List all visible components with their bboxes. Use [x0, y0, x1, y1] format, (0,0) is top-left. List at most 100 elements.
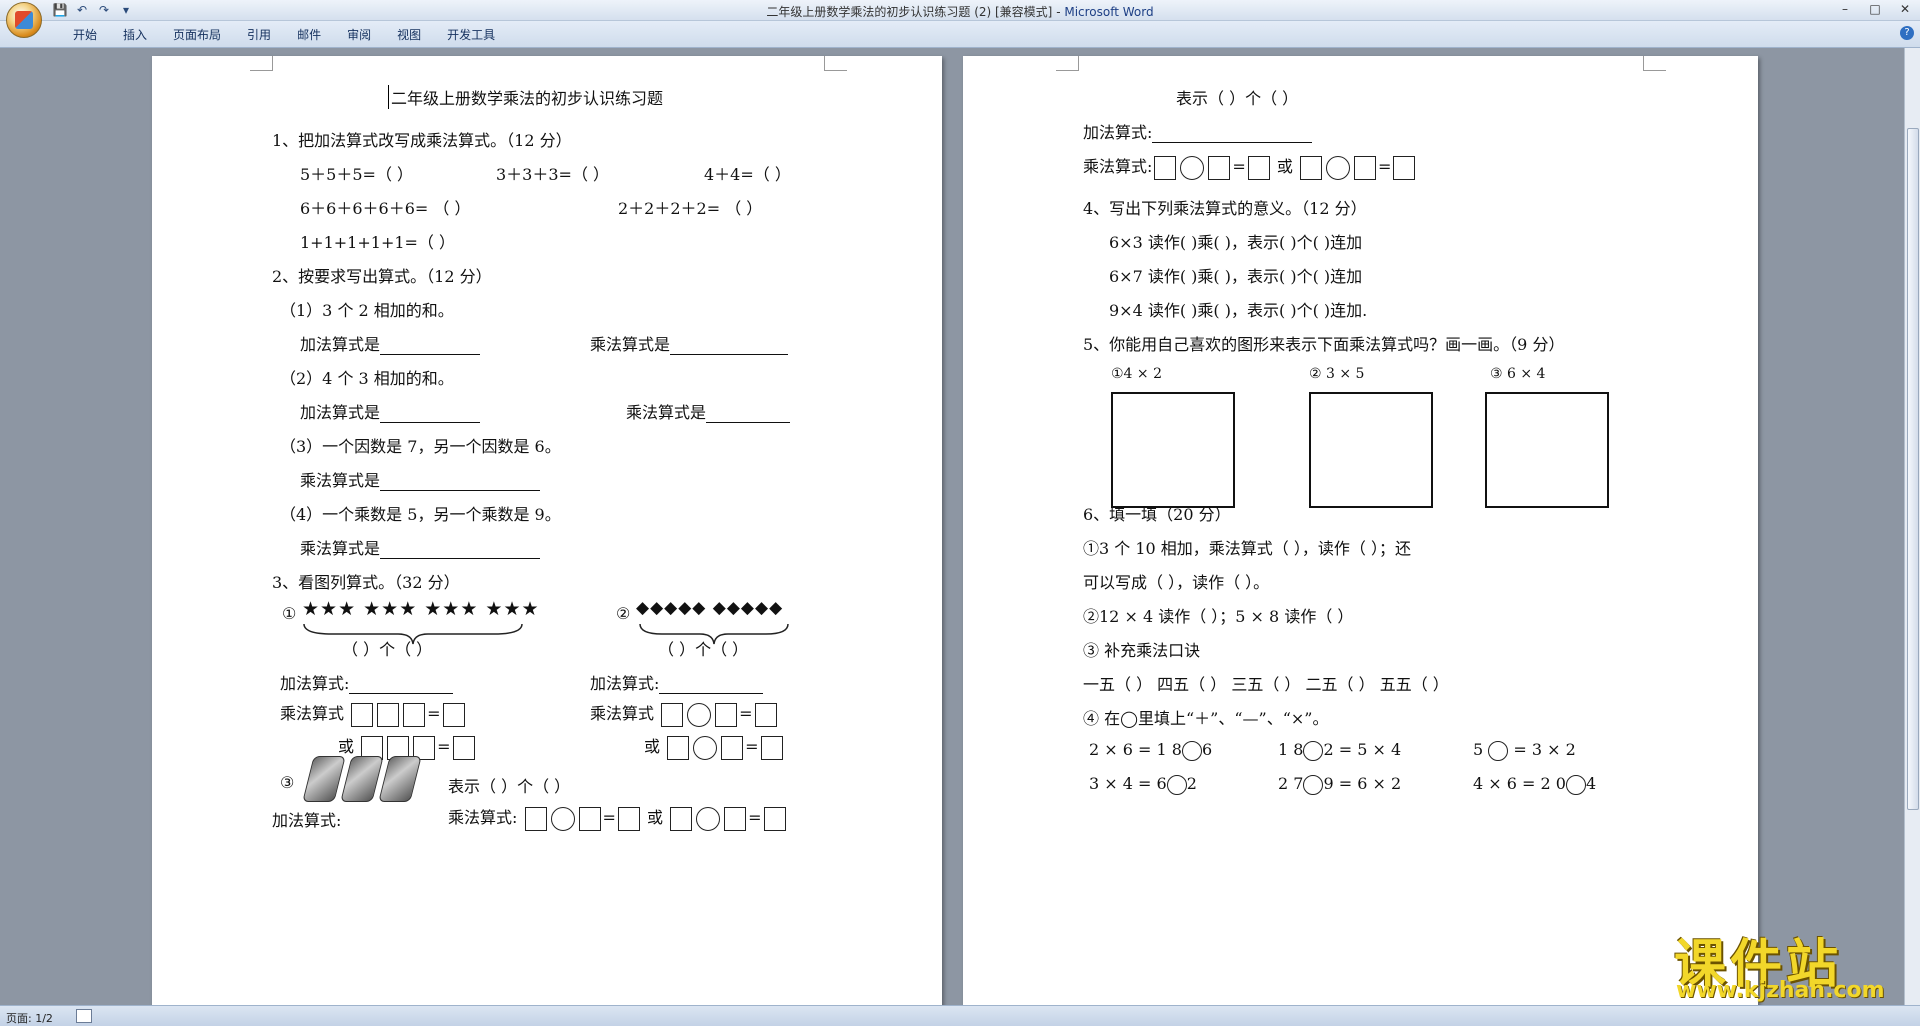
answer-box[interactable] — [351, 702, 374, 727]
q2-answer-line: 乘法算式是 — [300, 467, 541, 491]
office-button[interactable] — [6, 2, 42, 38]
q4-heading: 4、写出下列乘法算式的意义。（12 分） — [1083, 199, 1367, 218]
answer-box[interactable] — [1208, 155, 1231, 180]
answer-box[interactable] — [760, 735, 783, 760]
answer-blank[interactable] — [670, 336, 789, 355]
or-label: 或 — [647, 808, 664, 827]
operator-circle[interactable] — [1181, 740, 1202, 761]
answer-box[interactable] — [452, 735, 475, 760]
add-line: 加法算式: — [590, 670, 764, 694]
answer-box[interactable] — [524, 806, 547, 831]
q2-subquestion: （2）4 个 3 相加的和。 — [280, 369, 454, 388]
fill-operator-item: 5 = 3 × 2 — [1473, 740, 1576, 761]
help-icon[interactable]: ? — [1900, 26, 1914, 40]
operator-circle[interactable] — [1326, 155, 1351, 180]
equation-right: 2 — [1186, 774, 1197, 793]
q1-item: 4＋4=（ ） — [704, 165, 791, 184]
operator-circle[interactable] — [687, 702, 712, 727]
answer-box[interactable] — [724, 806, 747, 831]
q1-item: 6＋6＋6＋6＋6= （ ） — [300, 199, 471, 218]
answer-blank[interactable] — [1152, 124, 1313, 143]
answer-box[interactable] — [377, 702, 400, 727]
q1-item: 3＋3＋3=（ ） — [496, 165, 610, 184]
tab-home[interactable]: 开始 — [60, 26, 110, 43]
answer-blank[interactable] — [706, 404, 791, 423]
tab-mailings[interactable]: 邮件 — [284, 26, 334, 43]
mul-line: 乘法算式 = — [280, 700, 467, 727]
mul-label: 乘法算式 — [280, 704, 345, 723]
operator-circle[interactable] — [1180, 155, 1205, 180]
answer-box[interactable] — [754, 702, 777, 727]
answer-box[interactable] — [715, 702, 738, 727]
answer-box[interactable] — [578, 806, 601, 831]
answer-blank[interactable] — [380, 404, 481, 423]
answer-box[interactable] — [1247, 155, 1270, 180]
operator-circle[interactable] — [1303, 740, 1324, 761]
close-icon[interactable]: ✕ — [1890, 0, 1920, 18]
mul-line: 乘法算式: = 或 = — [1083, 153, 1417, 180]
equation-left: 2 × 6 = 1 8 — [1089, 740, 1182, 759]
ribbon: 开始 插入 页面布局 引用 邮件 审阅 视图 开发工具 ? — [0, 21, 1920, 48]
document-title-text[interactable]: 二年级上册数学乘法的初步认识练习题 — [388, 85, 663, 109]
answer-blank[interactable] — [380, 472, 541, 491]
drawing-box[interactable] — [1485, 392, 1609, 508]
answer-blank[interactable] — [380, 336, 481, 355]
answer-box[interactable] — [617, 806, 640, 831]
answer-box[interactable] — [1300, 155, 1323, 180]
answer-box[interactable] — [1393, 155, 1416, 180]
answer-box[interactable] — [661, 702, 684, 727]
maximize-icon[interactable]: □ — [1860, 0, 1890, 18]
operator-circle[interactable] — [550, 806, 575, 831]
operator-circle[interactable] — [1303, 774, 1324, 795]
operator-circle[interactable] — [1488, 740, 1509, 761]
vertical-scrollbar[interactable] — [1904, 48, 1920, 1005]
fill-operator-item: 2 7 9 = 6 × 2 — [1278, 774, 1401, 795]
count-blank: （ ）个（ ） — [342, 640, 433, 659]
answer-box[interactable] — [667, 735, 690, 760]
operator-circle[interactable] — [1166, 774, 1187, 795]
eraser-icon — [340, 756, 384, 802]
q6-line: 可以写成（ ），读作（ ）。 — [1083, 573, 1270, 592]
page-1: 二年级上册数学乘法的初步认识练习题 1、把加法算式改写成乘法算式。（12 分） … — [152, 56, 942, 1016]
drawing-box[interactable] — [1309, 392, 1433, 508]
add-line: 加法算式: — [1083, 119, 1313, 143]
answer-box[interactable] — [442, 702, 465, 727]
equation-right: 9 = 6 × 2 — [1323, 774, 1402, 793]
minimize-icon[interactable]: – — [1830, 0, 1860, 18]
q6-line: ④ 在◯里填上“＋”、“—”、“×”。 — [1083, 709, 1329, 728]
margin-corner — [1056, 56, 1079, 71]
mul-label: 乘法算式是 — [626, 403, 707, 422]
tab-view[interactable]: 视图 — [384, 26, 434, 43]
answer-box[interactable] — [403, 702, 426, 727]
equation-right: = 3 × 2 — [1513, 740, 1576, 759]
answer-box[interactable] — [763, 806, 786, 831]
page-count[interactable]: 页面: 1/2 — [6, 1010, 53, 1026]
mul-label: 乘法算式是 — [300, 471, 381, 490]
operator-circle[interactable] — [693, 735, 718, 760]
document-check-icon[interactable] — [76, 1009, 92, 1023]
answer-blank[interactable] — [659, 675, 764, 694]
operator-circle[interactable] — [1565, 774, 1586, 795]
answer-box[interactable] — [670, 806, 693, 831]
watermark-logo: 课件站 www.kjzhan.com — [1668, 922, 1898, 1003]
tab-references[interactable]: 引用 — [234, 26, 284, 43]
ribbon-tabs: 开始 插入 页面布局 引用 邮件 审阅 视图 开发工具 — [60, 26, 508, 43]
answer-blank[interactable] — [380, 540, 541, 559]
q1-item: 2＋2＋2＋2= （ ） — [618, 199, 763, 218]
operator-circle[interactable] — [696, 806, 721, 831]
equation-right: 4 — [1585, 774, 1597, 793]
answer-box[interactable] — [721, 735, 744, 760]
drawing-box[interactable] — [1111, 392, 1235, 508]
q1-heading: 1、把加法算式改写成乘法算式。（12 分） — [272, 131, 572, 150]
tab-insert[interactable]: 插入 — [110, 26, 160, 43]
q2-answer-line: 乘法算式是 — [300, 535, 541, 559]
answer-box[interactable] — [1354, 155, 1377, 180]
tab-developer[interactable]: 开发工具 — [434, 26, 508, 43]
answer-box[interactable] — [1154, 155, 1177, 180]
scrollbar-thumb[interactable] — [1907, 128, 1919, 810]
tab-page-layout[interactable]: 页面布局 — [160, 26, 234, 43]
mul-line: 乘法算式: = 或 = — [448, 804, 788, 831]
tab-review[interactable]: 审阅 — [334, 26, 384, 43]
answer-blank[interactable] — [349, 675, 454, 694]
or-label: 或 — [644, 737, 661, 756]
